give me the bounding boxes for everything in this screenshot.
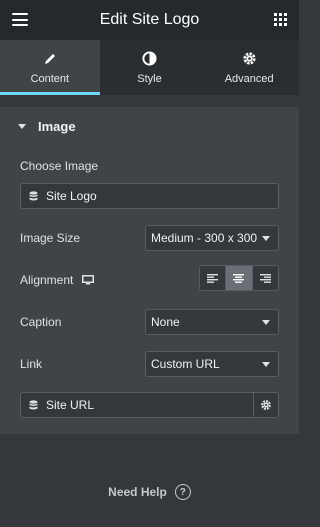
image-size-select[interactable]: Medium - 300 x 300	[145, 225, 279, 251]
tab-label: Content	[30, 72, 70, 85]
caption-value: None	[151, 315, 180, 329]
widgets-grid-icon[interactable]	[274, 13, 287, 26]
database-icon	[29, 190, 38, 202]
link-label: Link	[20, 357, 43, 371]
caption-select[interactable]: None	[145, 309, 279, 335]
tab-content[interactable]: Content	[0, 40, 100, 95]
link-settings-button[interactable]	[253, 392, 279, 418]
question-icon: ?	[174, 484, 191, 500]
tab-advanced[interactable]: Advanced	[199, 40, 299, 95]
need-help-link[interactable]: Need Help ?	[0, 484, 299, 500]
choose-image-field[interactable]: Site Logo	[20, 183, 279, 209]
align-right-button[interactable]	[253, 266, 278, 290]
image-controls-panel: Choose Image Site Logo Image Size Medium…	[0, 145, 299, 434]
align-left-icon	[207, 273, 219, 283]
caption-label: Caption	[20, 315, 62, 329]
tab-bar: Content Style Advanced	[0, 40, 299, 95]
gear-icon	[242, 51, 257, 67]
choose-image-label: Choose Image	[20, 159, 99, 173]
alignment-label-row: Alignment	[20, 273, 95, 287]
site-url-field[interactable]: Site URL	[20, 392, 254, 418]
need-help-label: Need Help	[108, 485, 167, 499]
align-center-icon	[233, 273, 245, 283]
link-select[interactable]: Custom URL	[145, 351, 279, 377]
chevron-down-icon	[262, 320, 270, 325]
align-left-button[interactable]	[200, 266, 227, 290]
pencil-icon	[43, 51, 57, 67]
section-toggle-image[interactable]: Image	[0, 107, 299, 145]
contrast-icon	[142, 51, 157, 67]
desktop-icon[interactable]	[82, 275, 95, 285]
image-size-value: Medium - 300 x 300	[151, 231, 258, 245]
image-size-label: Image Size	[20, 231, 81, 245]
chevron-down-icon	[262, 362, 270, 367]
alignment-label: Alignment	[20, 273, 74, 287]
align-center-button[interactable]	[226, 266, 253, 290]
chevron-down-icon	[262, 236, 270, 241]
database-icon	[29, 399, 38, 411]
site-url-value: Site URL	[46, 398, 95, 412]
align-right-icon	[259, 273, 271, 283]
gear-icon	[261, 400, 271, 410]
choose-image-value: Site Logo	[46, 189, 97, 203]
tab-style[interactable]: Style	[100, 40, 200, 95]
tab-label: Advanced	[224, 72, 274, 85]
tab-label: Style	[137, 72, 162, 85]
alignment-control	[199, 265, 279, 291]
menu-icon[interactable]	[12, 13, 28, 26]
caret-down-icon	[18, 123, 26, 129]
link-value: Custom URL	[151, 357, 220, 371]
page-title: Edit Site Logo	[99, 11, 200, 28]
panel-header: Edit Site Logo	[0, 0, 299, 40]
section-title: Image	[38, 118, 76, 134]
